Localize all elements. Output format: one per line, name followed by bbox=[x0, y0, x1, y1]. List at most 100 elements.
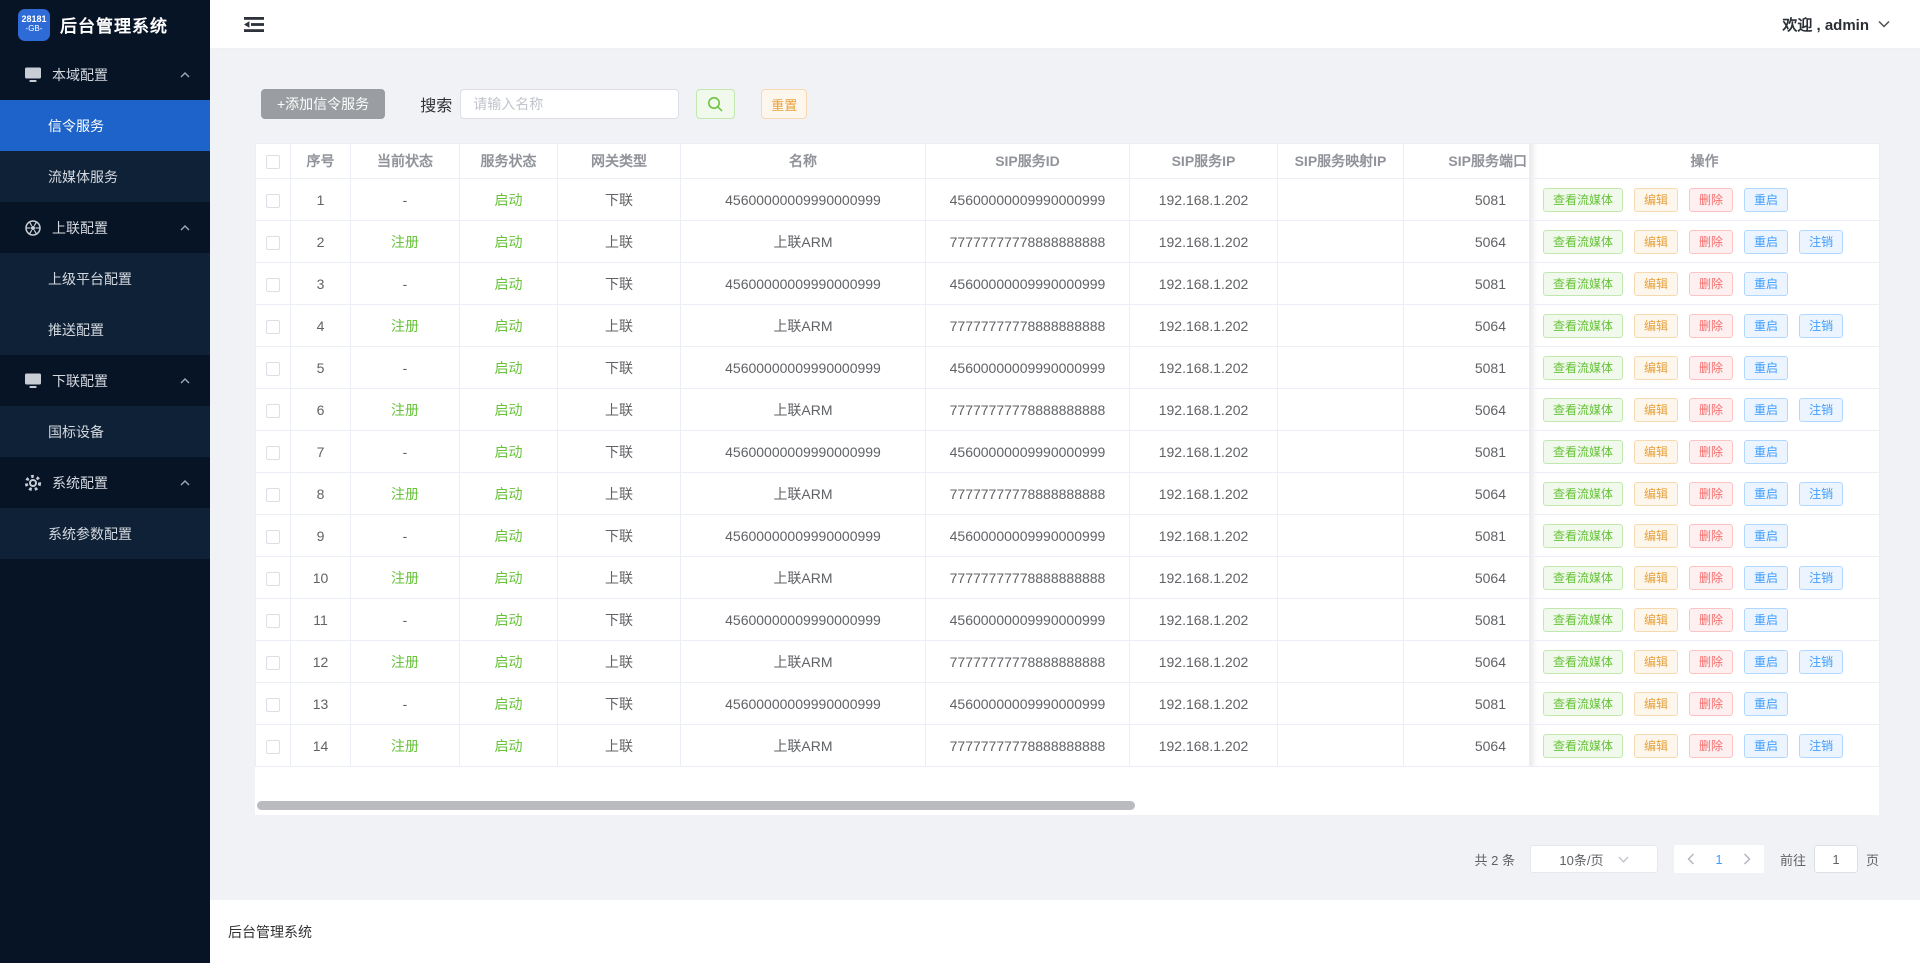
edit-button[interactable]: 编辑 bbox=[1634, 314, 1678, 338]
delete-button[interactable]: 删除 bbox=[1689, 734, 1733, 758]
edit-button[interactable]: 编辑 bbox=[1634, 440, 1678, 464]
edit-button[interactable]: 编辑 bbox=[1634, 398, 1678, 422]
view-stream-button[interactable]: 查看流媒体 bbox=[1543, 608, 1623, 632]
restart-button[interactable]: 重启 bbox=[1744, 566, 1788, 590]
edit-button[interactable]: 编辑 bbox=[1634, 482, 1678, 506]
sidebar-group-system-config[interactable]: 系统配置 bbox=[0, 457, 210, 508]
row-checkbox[interactable] bbox=[266, 530, 280, 544]
sidebar-group-local-config[interactable]: 本域配置 bbox=[0, 49, 210, 100]
select-all-checkbox[interactable] bbox=[266, 155, 280, 169]
delete-button[interactable]: 删除 bbox=[1689, 440, 1733, 464]
logout-button[interactable]: 注销 bbox=[1799, 566, 1843, 590]
view-stream-button[interactable]: 查看流媒体 bbox=[1543, 524, 1623, 548]
edit-button[interactable]: 编辑 bbox=[1634, 524, 1678, 548]
restart-button[interactable]: 重启 bbox=[1744, 734, 1788, 758]
sidebar-fold-icon[interactable] bbox=[242, 13, 268, 36]
view-stream-button[interactable]: 查看流媒体 bbox=[1543, 566, 1623, 590]
restart-button[interactable]: 重启 bbox=[1744, 272, 1788, 296]
logout-button[interactable]: 注销 bbox=[1799, 398, 1843, 422]
delete-button[interactable]: 删除 bbox=[1689, 650, 1733, 674]
delete-button[interactable]: 删除 bbox=[1689, 398, 1733, 422]
row-checkbox[interactable] bbox=[266, 740, 280, 754]
row-checkbox[interactable] bbox=[266, 614, 280, 628]
delete-button[interactable]: 删除 bbox=[1689, 692, 1733, 716]
search-input[interactable] bbox=[460, 89, 679, 119]
next-page-button[interactable] bbox=[1734, 845, 1760, 873]
restart-button[interactable]: 重启 bbox=[1744, 398, 1788, 422]
row-checkbox[interactable] bbox=[266, 404, 280, 418]
sidebar-item-upper-platform-config[interactable]: 上级平台配置 bbox=[0, 253, 210, 304]
row-checkbox[interactable] bbox=[266, 278, 280, 292]
edit-button[interactable]: 编辑 bbox=[1634, 188, 1678, 212]
edit-button[interactable]: 编辑 bbox=[1634, 272, 1678, 296]
sidebar-group-downlink-config[interactable]: 下联配置 bbox=[0, 355, 210, 406]
restart-button[interactable]: 重启 bbox=[1744, 608, 1788, 632]
view-stream-button[interactable]: 查看流媒体 bbox=[1543, 734, 1623, 758]
edit-button[interactable]: 编辑 bbox=[1634, 356, 1678, 380]
row-checkbox[interactable] bbox=[266, 446, 280, 460]
view-stream-button[interactable]: 查看流媒体 bbox=[1543, 692, 1623, 716]
view-stream-button[interactable]: 查看流媒体 bbox=[1543, 440, 1623, 464]
restart-button[interactable]: 重启 bbox=[1744, 650, 1788, 674]
view-stream-button[interactable]: 查看流媒体 bbox=[1543, 482, 1623, 506]
delete-button[interactable]: 删除 bbox=[1689, 608, 1733, 632]
view-stream-button[interactable]: 查看流媒体 bbox=[1543, 230, 1623, 254]
add-signal-service-button[interactable]: +添加信令服务 bbox=[261, 89, 385, 119]
restart-button[interactable]: 重启 bbox=[1744, 356, 1788, 380]
delete-button[interactable]: 删除 bbox=[1689, 272, 1733, 296]
row-checkbox[interactable] bbox=[266, 488, 280, 502]
delete-button[interactable]: 删除 bbox=[1689, 482, 1733, 506]
row-checkbox[interactable] bbox=[266, 236, 280, 250]
edit-button[interactable]: 编辑 bbox=[1634, 230, 1678, 254]
logout-button[interactable]: 注销 bbox=[1799, 482, 1843, 506]
delete-button[interactable]: 删除 bbox=[1689, 566, 1733, 590]
logout-button[interactable]: 注销 bbox=[1799, 230, 1843, 254]
current-page[interactable]: 1 bbox=[1704, 852, 1734, 867]
restart-button[interactable]: 重启 bbox=[1744, 482, 1788, 506]
restart-button[interactable]: 重启 bbox=[1744, 524, 1788, 548]
row-checkbox[interactable] bbox=[266, 656, 280, 670]
search-button[interactable] bbox=[696, 89, 735, 119]
delete-button[interactable]: 删除 bbox=[1689, 188, 1733, 212]
restart-button[interactable]: 重启 bbox=[1744, 692, 1788, 716]
row-checkbox[interactable] bbox=[266, 698, 280, 712]
edit-button[interactable]: 编辑 bbox=[1634, 566, 1678, 590]
delete-button[interactable]: 删除 bbox=[1689, 524, 1733, 548]
logout-button[interactable]: 注销 bbox=[1799, 650, 1843, 674]
logout-button[interactable]: 注销 bbox=[1799, 314, 1843, 338]
view-stream-button[interactable]: 查看流媒体 bbox=[1543, 650, 1623, 674]
view-stream-button[interactable]: 查看流媒体 bbox=[1543, 398, 1623, 422]
edit-button[interactable]: 编辑 bbox=[1634, 650, 1678, 674]
horizontal-scrollbar[interactable] bbox=[257, 801, 1135, 810]
user-menu[interactable]: 欢迎 , admin bbox=[1782, 14, 1890, 35]
goto-page-input[interactable] bbox=[1814, 845, 1858, 873]
restart-button[interactable]: 重启 bbox=[1744, 188, 1788, 212]
view-stream-button[interactable]: 查看流媒体 bbox=[1543, 314, 1623, 338]
view-stream-button[interactable]: 查看流媒体 bbox=[1543, 272, 1623, 296]
restart-button[interactable]: 重启 bbox=[1744, 314, 1788, 338]
view-stream-button[interactable]: 查看流媒体 bbox=[1543, 188, 1623, 212]
sidebar-item-gb-device[interactable]: 国标设备 bbox=[0, 406, 210, 457]
row-checkbox[interactable] bbox=[266, 320, 280, 334]
page-size-select[interactable]: 10条/页 bbox=[1530, 845, 1658, 873]
sidebar-item-signal-service[interactable]: 信令服务 bbox=[0, 100, 210, 151]
row-checkbox[interactable] bbox=[266, 194, 280, 208]
edit-button[interactable]: 编辑 bbox=[1634, 608, 1678, 632]
sidebar-group-uplink-config[interactable]: 上联配置 bbox=[0, 202, 210, 253]
row-checkbox[interactable] bbox=[266, 572, 280, 586]
restart-button[interactable]: 重启 bbox=[1744, 230, 1788, 254]
row-checkbox[interactable] bbox=[266, 362, 280, 376]
restart-button[interactable]: 重启 bbox=[1744, 440, 1788, 464]
sidebar-item-system-param-config[interactable]: 系统参数配置 bbox=[0, 508, 210, 559]
view-stream-button[interactable]: 查看流媒体 bbox=[1543, 356, 1623, 380]
prev-page-button[interactable] bbox=[1678, 845, 1704, 873]
delete-button[interactable]: 删除 bbox=[1689, 314, 1733, 338]
sidebar-item-push-config[interactable]: 推送配置 bbox=[0, 304, 210, 355]
reset-button[interactable]: 重置 bbox=[761, 89, 807, 119]
delete-button[interactable]: 删除 bbox=[1689, 230, 1733, 254]
logout-button[interactable]: 注销 bbox=[1799, 734, 1843, 758]
edit-button[interactable]: 编辑 bbox=[1634, 692, 1678, 716]
delete-button[interactable]: 删除 bbox=[1689, 356, 1733, 380]
edit-button[interactable]: 编辑 bbox=[1634, 734, 1678, 758]
sidebar-item-stream-service[interactable]: 流媒体服务 bbox=[0, 151, 210, 202]
